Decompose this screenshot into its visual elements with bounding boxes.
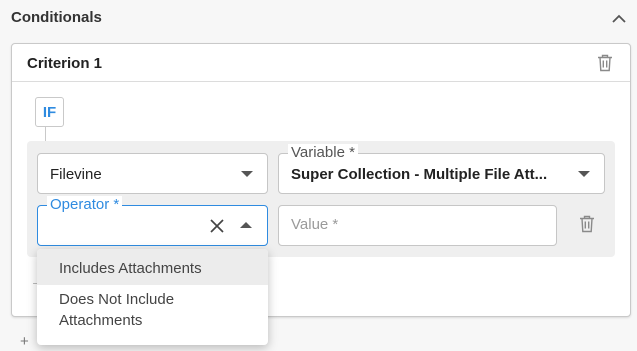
connector-line — [45, 127, 46, 141]
collapse-button[interactable] — [610, 9, 628, 27]
value-input[interactable]: Value * — [278, 205, 557, 246]
operator-dropdown: Includes Attachments Does Not Include At… — [37, 249, 268, 345]
add-condition-button[interactable]: + — [20, 333, 29, 350]
chevron-down-icon[interactable] — [241, 171, 253, 177]
operator-select[interactable]: Operator * — [37, 196, 268, 246]
variable-select[interactable]: Variable * Super Collection - Multiple F… — [278, 144, 605, 194]
source-value: Filevine — [50, 166, 102, 183]
variable-label: Variable * — [288, 144, 358, 162]
variable-value: Super Collection - Multiple File Att... — [291, 166, 548, 183]
if-badge: IF — [35, 97, 64, 127]
chevron-down-icon[interactable] — [578, 171, 590, 177]
section-header: Conditionals — [0, 0, 637, 36]
trash-icon — [598, 54, 612, 72]
criterion-title: Criterion 1 — [27, 55, 103, 72]
source-select[interactable]: Filevine — [37, 153, 268, 194]
criterion-header: Criterion 1 — [12, 44, 630, 82]
plus-icon: + — [20, 333, 29, 350]
option-includes-attachments[interactable]: Includes Attachments — [37, 249, 268, 285]
delete-criterion-button[interactable] — [595, 53, 615, 73]
delete-condition-button[interactable] — [577, 214, 597, 234]
trash-icon — [580, 215, 594, 233]
operator-label: Operator * — [47, 196, 123, 214]
option-does-not-include-attachments[interactable]: Does Not Include Attachments — [37, 289, 268, 339]
value-placeholder: Value * — [291, 216, 339, 233]
close-icon[interactable] — [209, 218, 225, 234]
section-title: Conditionals — [11, 9, 102, 26]
chevron-up-icon[interactable] — [240, 222, 252, 228]
chevron-up-icon — [612, 14, 626, 23]
